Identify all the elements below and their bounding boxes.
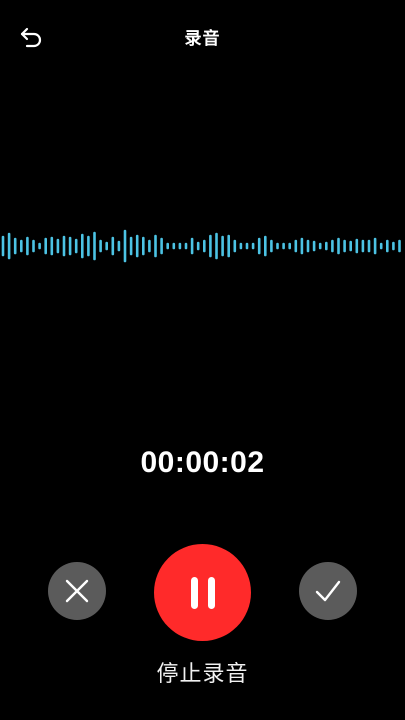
pause-icon — [190, 576, 215, 609]
stop-recording-label: 停止录音 — [156, 662, 249, 687]
close-icon — [65, 579, 89, 603]
checkmark-icon — [315, 580, 341, 602]
pause-recording-button[interactable] — [154, 544, 251, 641]
recording-timer: 00:00:02 — [140, 446, 265, 479]
app-header: 录音 — [0, 0, 405, 72]
audio-waveform — [1, 229, 401, 263]
page-title: 录音 — [184, 29, 221, 49]
save-recording-button[interactable] — [299, 562, 357, 620]
cancel-recording-button[interactable] — [48, 562, 106, 620]
